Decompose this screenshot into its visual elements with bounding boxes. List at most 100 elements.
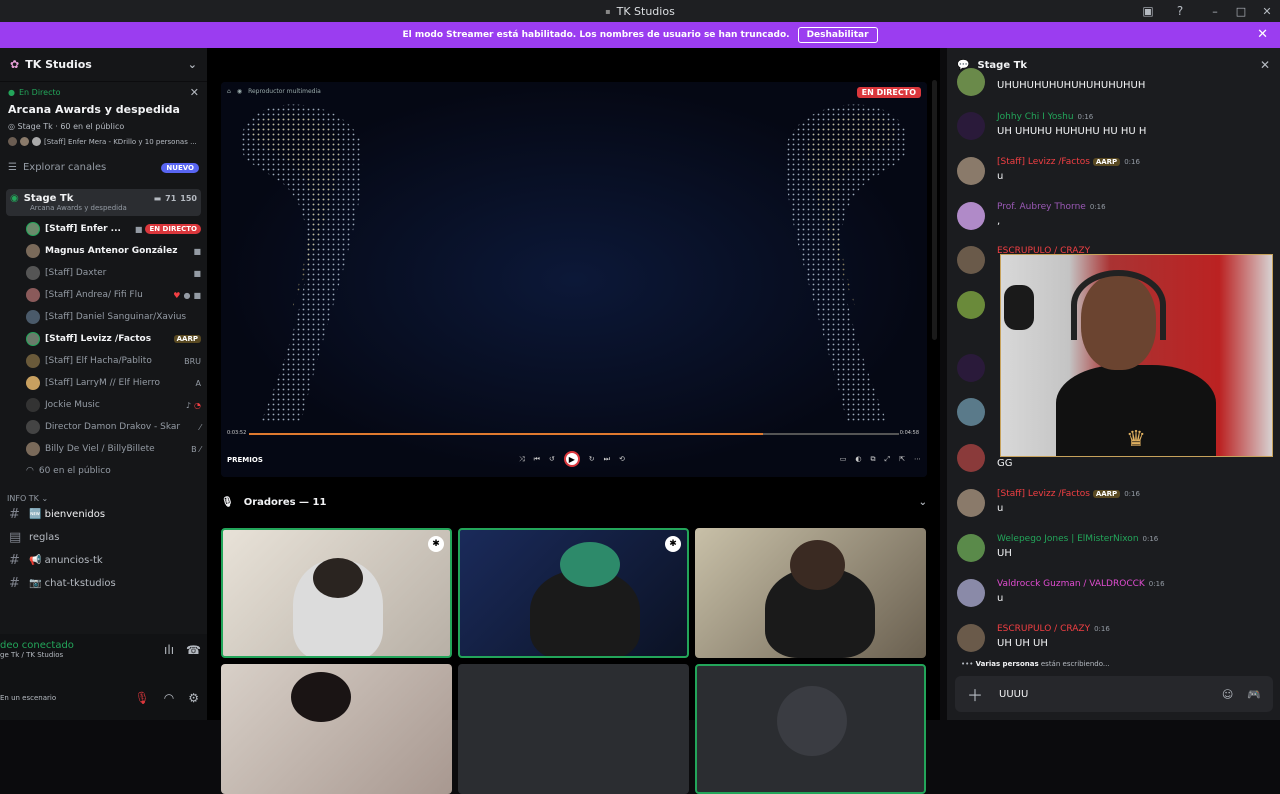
live-stage-card[interactable]: ● En Directo ✕ Arcana Awards y despedida… bbox=[0, 82, 207, 152]
video-progress[interactable]: 0:03:52 0:04:58 bbox=[227, 430, 923, 438]
chevron-down-icon[interactable]: ⌄ bbox=[919, 497, 927, 508]
message-text: u bbox=[997, 171, 1004, 182]
popout-icon[interactable]: ⇱ bbox=[899, 455, 905, 464]
stage-channel[interactable]: ◉ Stage Tk ▬ 71 150 Arcana Awards y desp… bbox=[6, 189, 201, 216]
play-button[interactable]: ▶ bbox=[563, 451, 580, 467]
stage-main: ⌂ ◉ Reproductor multimedia EN DIRECTO 0:… bbox=[207, 48, 940, 794]
forward-icon[interactable]: ↻ bbox=[589, 455, 595, 463]
server-header[interactable]: ✿ TK Studios ⌄ bbox=[0, 48, 207, 82]
more-icon[interactable]: ⋯ bbox=[914, 455, 921, 464]
member-item[interactable]: [Staff] Levizz /Factos AARP bbox=[26, 328, 201, 350]
close-banner-icon[interactable]: ✕ bbox=[1257, 27, 1268, 42]
deafened-icon: ◔ bbox=[194, 400, 201, 410]
stage-channel-icon: ◉ bbox=[10, 193, 19, 204]
speaker-tile[interactable] bbox=[458, 664, 689, 794]
main-scrollbar[interactable] bbox=[932, 80, 937, 340]
message-author[interactable]: Valdrocck Guzman / VALDROCCK 0:16 bbox=[997, 579, 1165, 589]
new-badge: NUEVO bbox=[161, 162, 199, 173]
close-icon[interactable]: ✕ bbox=[190, 86, 199, 99]
rewind-icon[interactable]: ↺ bbox=[549, 455, 555, 463]
activities-icon[interactable]: 🎮 bbox=[1247, 688, 1261, 701]
member-item[interactable]: Jockie Music ♪ ◔ bbox=[26, 394, 201, 416]
progress-track[interactable] bbox=[249, 433, 899, 435]
speaker-tile[interactable]: ✱ bbox=[221, 528, 452, 658]
role-tag: AARP bbox=[1092, 490, 1121, 498]
attach-plus-icon[interactable]: ＋ bbox=[967, 682, 983, 706]
avatar bbox=[26, 288, 40, 302]
message-author[interactable]: [Staff] Levizz /Factos AARP 0:16 bbox=[997, 157, 1140, 167]
speaker-video bbox=[291, 672, 351, 722]
settings-gear-icon[interactable]: ⚙ bbox=[188, 691, 199, 705]
headphones-icon[interactable]: ◠ bbox=[164, 691, 174, 705]
disable-streamer-button[interactable]: Deshabilitar bbox=[797, 27, 878, 43]
camera-icon: ■ bbox=[193, 290, 201, 300]
disconnect-icon[interactable]: ☎ bbox=[186, 643, 201, 657]
message-time: 0:16 bbox=[1142, 535, 1159, 543]
member-item[interactable]: Billy De Viel / BillyBillete B ⁄ bbox=[26, 438, 201, 460]
avatar bbox=[957, 489, 985, 517]
member-item[interactable]: Magnus Antenor González ■ bbox=[26, 240, 201, 262]
repeat-icon[interactable]: ⟲ bbox=[619, 455, 625, 463]
camera-icon: ■ bbox=[134, 224, 143, 234]
member-item[interactable]: [Staff] Daxter ■ bbox=[26, 262, 201, 284]
server-icon: ✿ bbox=[10, 58, 20, 71]
message-author[interactable]: Prof. Aubrey Thorne 0:16 bbox=[997, 202, 1106, 212]
explore-label: Explorar canales bbox=[22, 162, 107, 173]
channel-reglas[interactable]: ▤ reglas bbox=[0, 526, 207, 549]
role-tag: AARP bbox=[1092, 158, 1121, 166]
miniplayer-icon[interactable]: ▭ bbox=[840, 455, 847, 464]
live-meta: Stage Tk · 60 en el público bbox=[17, 122, 125, 131]
close-window-icon[interactable]: ✕ bbox=[1254, 5, 1280, 18]
sticker-icon[interactable]: ☺ bbox=[1222, 688, 1233, 701]
avatar bbox=[957, 398, 985, 426]
channel-bienvenidos[interactable]: # 🆕 bienvenidos bbox=[0, 503, 207, 526]
typing-dots-icon: ••• bbox=[961, 660, 974, 668]
fullscreen-icon[interactable]: ⤢ bbox=[885, 455, 891, 464]
emoji-icon: ● bbox=[183, 290, 191, 300]
member-item[interactable]: [Staff] LarryM // Elf Hierro A bbox=[26, 372, 201, 394]
inbox-icon[interactable]: ▣ bbox=[1140, 3, 1156, 19]
help-icon[interactable]: ? bbox=[1172, 3, 1188, 19]
player-icon: ◉ bbox=[236, 88, 243, 95]
app-icon: ▪ bbox=[605, 6, 611, 16]
muted-mic-icon[interactable]: 🎙 bbox=[135, 691, 150, 705]
progress-fill bbox=[249, 433, 763, 435]
next-icon[interactable]: ⏭ bbox=[604, 455, 610, 464]
live-dot-icon: ● bbox=[8, 88, 15, 97]
member-item[interactable]: [Staff] Andrea/ Fifi Flu ♥ ● ■ bbox=[26, 284, 201, 306]
close-chat-icon[interactable]: ✕ bbox=[1260, 58, 1270, 72]
voice-status[interactable]: deo conectado bbox=[0, 640, 74, 651]
pip-icon[interactable]: ⧉ bbox=[871, 455, 876, 464]
shuffle-icon[interactable]: ⤨ bbox=[519, 455, 525, 464]
message-author[interactable]: Welepego Jones | ElMisterNixon 0:16 bbox=[997, 534, 1158, 544]
member-item[interactable]: [Staff] Enfer ... ■ EN DIRECTO bbox=[26, 218, 201, 240]
explore-channels[interactable]: ☰ Explorar canales NUEVO bbox=[0, 156, 207, 179]
channel-chat-tkstudios[interactable]: # 📷 chat-tkstudios bbox=[0, 572, 207, 595]
stream-video[interactable]: ⌂ ◉ Reproductor multimedia EN DIRECTO 0:… bbox=[221, 82, 927, 477]
member-item[interactable]: Director Damon Drakov - Skar ⁄ bbox=[26, 416, 201, 438]
message-author[interactable]: Johhy Chi I Yoshu 0:16 bbox=[997, 112, 1093, 122]
audience-count[interactable]: ◠ 60 en el público bbox=[26, 460, 201, 482]
rules-icon: ▤ bbox=[9, 530, 22, 545]
heart-icon: ♥ bbox=[173, 290, 181, 300]
category-info-tk[interactable]: INFO TK ⌄ bbox=[0, 482, 207, 503]
minimize-icon[interactable]: – bbox=[1202, 5, 1228, 18]
message-author[interactable]: [Staff] Levizz /Factos AARP 0:16 bbox=[997, 489, 1140, 499]
title-bar: ▪ TK Studios ▣ ? – □ ✕ bbox=[0, 0, 1280, 22]
member-item[interactable]: [Staff] Elf Hacha/Pablito BRU bbox=[26, 350, 201, 372]
speaker-tile[interactable]: ✱ bbox=[458, 528, 689, 658]
soundwave-icon[interactable]: ılı bbox=[164, 643, 174, 657]
channel-anuncios-tk[interactable]: # 📢 anuncios-tk bbox=[0, 549, 207, 572]
previous-icon[interactable]: ⏮ bbox=[534, 455, 540, 464]
speaker-tile[interactable] bbox=[221, 664, 452, 794]
avatar bbox=[957, 579, 985, 607]
speakers-label: Oradores — 11 bbox=[243, 496, 327, 508]
member-item[interactable]: [Staff] Daniel Sanguinar/Xavius bbox=[26, 306, 201, 328]
maximize-icon[interactable]: □ bbox=[1228, 5, 1254, 18]
speaker-tile[interactable] bbox=[695, 664, 926, 794]
volume-icon[interactable]: ◐ bbox=[855, 455, 861, 464]
speaker-tile[interactable] bbox=[695, 528, 926, 658]
message-input[interactable]: UUUU bbox=[999, 689, 1028, 700]
message-author[interactable]: ESCRUPULO / CRAZY 0:16 bbox=[997, 624, 1110, 634]
speakers-header[interactable]: 🎙 Oradores — 11 ⌄ bbox=[221, 492, 927, 512]
